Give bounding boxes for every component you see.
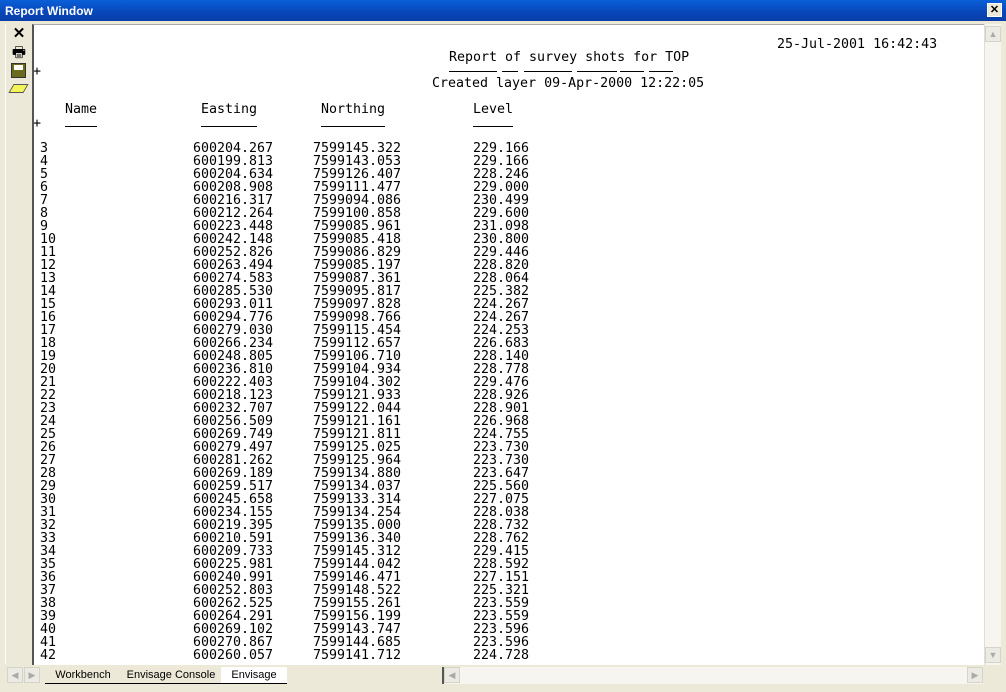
report-title: Report of survey shots for TOP: [449, 50, 690, 65]
scroll-up-button[interactable]: ▲: [985, 26, 1001, 42]
window-title: Report Window: [5, 4, 93, 18]
save-icon[interactable]: [11, 63, 26, 78]
hscroll-right-button[interactable]: ▶: [967, 667, 983, 683]
tab-envisage[interactable]: Envisage: [221, 667, 287, 684]
tab-bar: ◀ ▶ Workbench Envisage Console Envisage …: [5, 666, 1001, 686]
close-icon[interactable]: ✕: [10, 25, 28, 43]
report-page: 25-Jul-2001 16:42:43 Report of survey sh…: [32, 24, 984, 665]
column-header-easting: Easting: [201, 102, 258, 117]
marker: +: [33, 64, 42, 79]
marker: +: [33, 116, 42, 131]
report-timestamp: 25-Jul-2001 16:42:43: [777, 37, 938, 52]
cell-level: 224.728: [473, 648, 530, 663]
hscroll-left-button[interactable]: ◀: [444, 667, 460, 683]
tab-scroll-left[interactable]: ◀: [7, 667, 23, 683]
horizontal-scrollbar[interactable]: ◀ ▶: [442, 667, 983, 684]
report-subtitle: Created layer 09-Apr-2000 12:22:05: [432, 76, 705, 91]
scroll-down-button[interactable]: ▼: [985, 647, 1001, 663]
report-toolbar: ✕ 🖶: [5, 24, 31, 664]
cell-name: 42: [40, 648, 57, 663]
column-header-northing: Northing: [321, 102, 386, 117]
tab-workbench[interactable]: Workbench: [45, 667, 121, 684]
window-close-button[interactable]: ✕: [987, 3, 1002, 17]
column-header-name: Name: [65, 102, 98, 117]
cell-northing: 7599141.712: [313, 648, 402, 663]
tab-scroll-right[interactable]: ▶: [24, 667, 40, 683]
column-header-level: Level: [473, 102, 514, 117]
tab-envisage-console[interactable]: Envisage Console: [121, 667, 221, 684]
eraser-icon[interactable]: [8, 84, 29, 93]
title-bar: Report Window ✕: [0, 0, 1006, 21]
vertical-scrollbar[interactable]: ▲ ▼: [984, 24, 1001, 665]
print-icon[interactable]: 🖶: [10, 44, 28, 62]
cell-easting: 600260.057: [193, 648, 274, 663]
